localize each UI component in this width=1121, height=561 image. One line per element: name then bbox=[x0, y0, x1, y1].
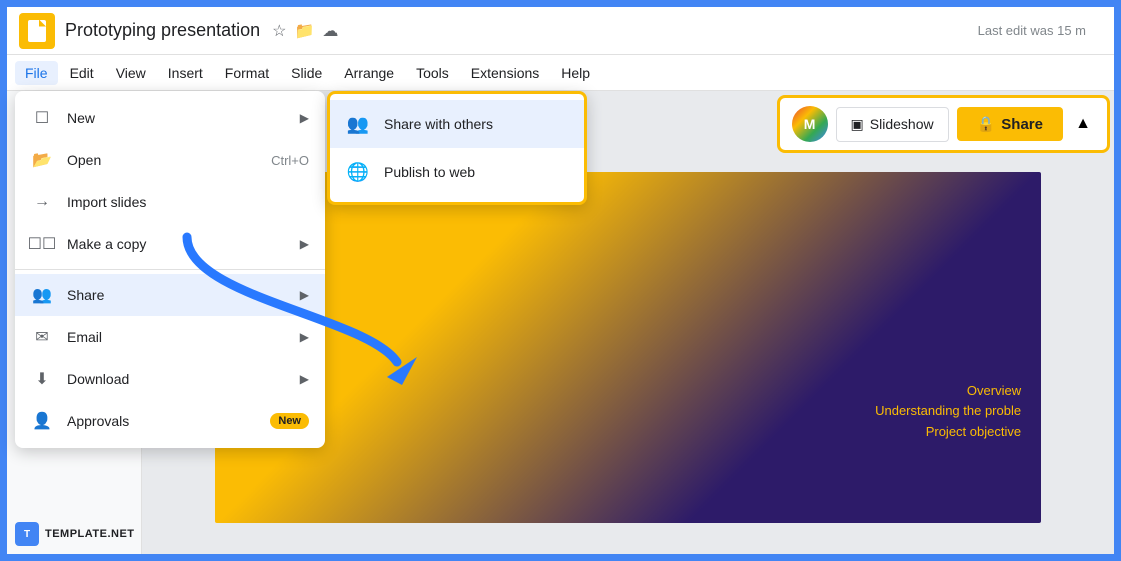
dropdown-new[interactable]: ☐ New ▶ bbox=[15, 97, 325, 139]
menu-extensions[interactable]: Extensions bbox=[461, 61, 549, 85]
download-arrow-icon: ▶ bbox=[300, 372, 309, 386]
chevron-up-icon: ▲ bbox=[1075, 115, 1091, 133]
slideshow-button[interactable]: ▣ Slideshow bbox=[836, 107, 949, 142]
dropdown-import[interactable]: → Import slides bbox=[15, 181, 325, 223]
main-container: Prototyping presentation ☆ 📁 ☁ Last edit… bbox=[3, 3, 1118, 558]
menu-tools[interactable]: Tools bbox=[406, 61, 459, 85]
dropdown-email-label: Email bbox=[67, 329, 292, 345]
submenu-share-with-others[interactable]: 👥 Share with others bbox=[330, 100, 584, 148]
canvas-line1: Overview bbox=[875, 381, 1021, 402]
new-badge: New bbox=[270, 413, 309, 429]
copy-icon: ☐☐ bbox=[31, 233, 53, 255]
file-dropdown: ☐ New ▶ 📂 Open Ctrl+O → Import slides ☐☐… bbox=[15, 91, 325, 448]
slideshow-label: Slideshow bbox=[870, 116, 934, 132]
dropdown-new-label: New bbox=[67, 110, 292, 126]
share-button[interactable]: 🔒 Share bbox=[957, 107, 1063, 141]
dropdown-import-label: Import slides bbox=[67, 194, 309, 210]
dropdown-open[interactable]: 📂 Open Ctrl+O bbox=[15, 139, 325, 181]
folder-open-icon: 📂 bbox=[31, 149, 53, 171]
import-icon: → bbox=[31, 191, 53, 213]
canvas-inner: Overview Understanding the proble Projec… bbox=[215, 172, 1041, 523]
share-panel: M ▣ Slideshow 🔒 Share ▲ bbox=[777, 95, 1110, 153]
app-icon bbox=[19, 13, 55, 49]
menu-help[interactable]: Help bbox=[551, 61, 600, 85]
share-people-icon: 👥 bbox=[31, 284, 53, 306]
dropdown-copy-label: Make a copy bbox=[67, 236, 292, 252]
share-submenu: 👥 Share with others 🌐 Publish to web bbox=[327, 91, 587, 205]
last-edit: Last edit was 15 m bbox=[978, 23, 1086, 38]
email-arrow-icon: ▶ bbox=[300, 330, 309, 344]
title-bar: Prototyping presentation ☆ 📁 ☁ Last edit… bbox=[7, 7, 1114, 55]
app-icon-inner bbox=[28, 20, 46, 42]
menu-arrange[interactable]: Arrange bbox=[334, 61, 404, 85]
slideshow-icon: ▣ bbox=[851, 116, 864, 133]
canvas-line3: Project objective bbox=[875, 422, 1021, 443]
watermark-t-letter: T bbox=[24, 529, 30, 540]
canvas-line2: Understanding the proble bbox=[875, 401, 1021, 422]
dropdown-share[interactable]: 👥 Share ▶ bbox=[15, 274, 325, 316]
new-file-icon: ☐ bbox=[31, 107, 53, 129]
download-icon: ⬇ bbox=[31, 368, 53, 390]
dropdown-open-label: Open bbox=[67, 152, 271, 168]
submenu-publish-to-web[interactable]: 🌐 Publish to web bbox=[330, 148, 584, 196]
publish-to-web-label: Publish to web bbox=[384, 164, 475, 180]
dropdown-download[interactable]: ⬇ Download ▶ bbox=[15, 358, 325, 400]
menu-bar: File Edit View Insert Format Slide Arran… bbox=[7, 55, 1114, 91]
menu-insert[interactable]: Insert bbox=[158, 61, 213, 85]
collapse-button[interactable]: ▲ bbox=[1071, 112, 1095, 136]
new-arrow-icon: ▶ bbox=[300, 111, 309, 125]
google-meet-icon[interactable]: M bbox=[792, 106, 828, 142]
menu-edit[interactable]: Edit bbox=[60, 61, 104, 85]
email-icon: ✉ bbox=[31, 326, 53, 348]
file-title: Prototyping presentation bbox=[65, 20, 260, 41]
approvals-icon: 👤 bbox=[31, 410, 53, 432]
dropdown-email[interactable]: ✉ Email ▶ bbox=[15, 316, 325, 358]
menu-file[interactable]: File bbox=[15, 61, 58, 85]
share-with-others-label: Share with others bbox=[384, 116, 493, 132]
share-label: Share bbox=[1001, 116, 1043, 133]
lock-icon: 🔒 bbox=[977, 115, 996, 133]
cloud-icon[interactable]: ☁ bbox=[322, 21, 338, 41]
star-icon[interactable]: ☆ bbox=[272, 21, 286, 41]
canvas-text: Overview Understanding the proble Projec… bbox=[875, 381, 1021, 443]
menu-format[interactable]: Format bbox=[215, 61, 279, 85]
globe-icon: 🌐 bbox=[346, 160, 370, 184]
folder-icon[interactable]: 📁 bbox=[294, 21, 314, 41]
divider-1 bbox=[15, 269, 325, 270]
copy-arrow-icon: ▶ bbox=[300, 237, 309, 251]
menu-view[interactable]: View bbox=[106, 61, 156, 85]
watermark-text: TEMPLATE.NET bbox=[45, 528, 135, 540]
dropdown-approvals[interactable]: 👤 Approvals New bbox=[15, 400, 325, 442]
share-with-icon: 👥 bbox=[346, 112, 370, 136]
menu-slide[interactable]: Slide bbox=[281, 61, 332, 85]
watermark: T TEMPLATE.NET bbox=[15, 522, 135, 546]
dropdown-copy[interactable]: ☐☐ Make a copy ▶ bbox=[15, 223, 325, 265]
dropdown-approvals-label: Approvals bbox=[67, 413, 270, 429]
open-shortcut: Ctrl+O bbox=[271, 153, 309, 168]
dropdown-share-label: Share bbox=[67, 287, 292, 303]
share-arrow-icon: ▶ bbox=[300, 288, 309, 302]
dropdown-download-label: Download bbox=[67, 371, 292, 387]
title-icons: ☆ 📁 ☁ bbox=[272, 21, 338, 41]
watermark-icon: T bbox=[15, 522, 39, 546]
